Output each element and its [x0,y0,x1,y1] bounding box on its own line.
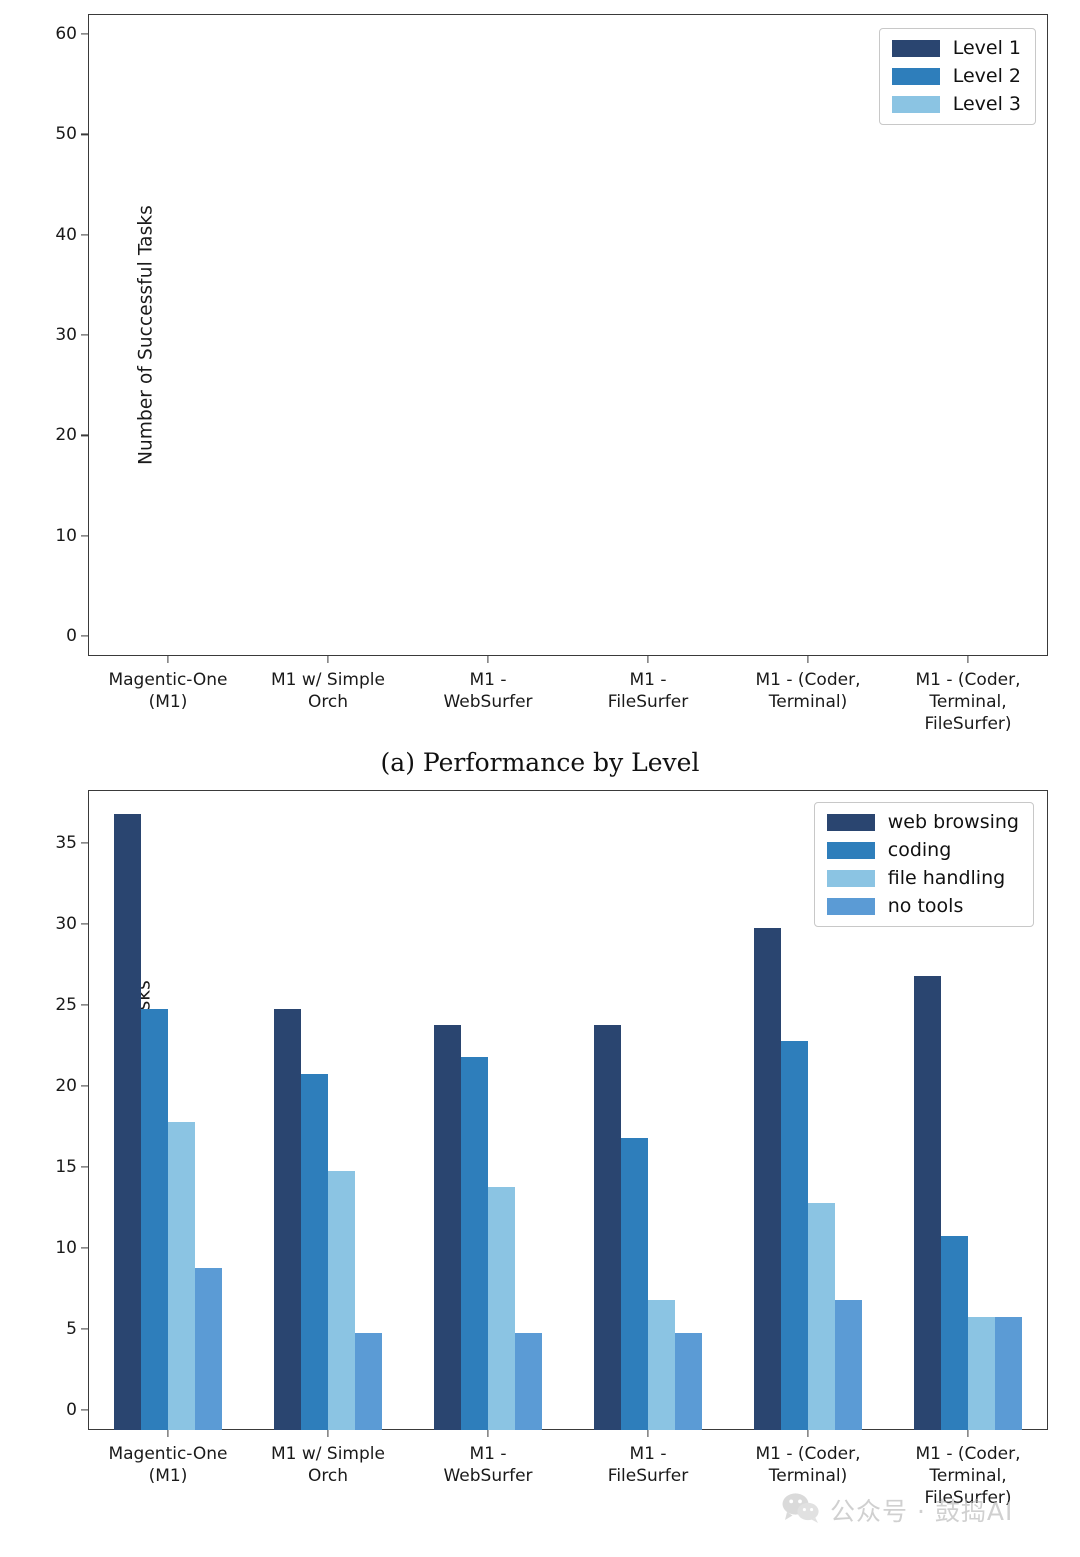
chart-b-x-category-3: M1 - FileSurfer [568,1430,728,1509]
chart-a-legend-item[interactable]: Level 3 [891,93,1021,115]
chart-a-y-tick: 60 [55,24,88,44]
chart-a-x-category-0: Magentic-One (M1) [88,656,248,735]
wechat-icon [782,1492,820,1528]
chart-b-plot-area: Number of Successful Tasks 0510152025303… [55,790,1048,1508]
chart-b-bar[interactable] [461,1057,488,1430]
figure-b-performance-by-capabilities: Number of Successful Tasks 0510152025303… [0,778,1080,1557]
chart-b-bar[interactable] [328,1170,355,1430]
chart-a-legend-item[interactable]: Level 1 [891,37,1021,59]
chart-a-bar-group [568,14,728,656]
chart-b-bar[interactable] [941,1235,968,1430]
chart-b-legend-swatch-icon [826,841,875,859]
chart-b-y-tick: 20 [55,1076,88,1096]
chart-b-y-tick: 25 [55,995,88,1015]
chart-a-x-category-5: M1 - (Coder, Terminal, FileSurfer) [888,656,1048,735]
chart-a-y-tick: 20 [55,425,88,445]
chart-b-bar[interactable] [995,1316,1022,1430]
chart-b-bar-group [568,790,728,1430]
chart-b-legend-item[interactable]: coding [826,839,1019,861]
chart-b-bar[interactable] [488,1186,515,1430]
chart-a-plot-area: Number of Successful Tasks 0 10 20 30 40 50 60… [55,14,1048,734]
watermark-text: 公众号 · 鼓捣AI [830,1497,1014,1526]
chart-a-bar-group [408,14,568,656]
chart-b-x-category-0: Magentic-One (M1) [88,1430,248,1509]
chart-b-legend-item[interactable]: file handling [826,867,1019,889]
chart-b-legend-label: web browsing [887,811,1019,833]
chart-b-bar[interactable] [594,1024,621,1430]
chart-b-bar[interactable] [301,1073,328,1430]
chart-a-legend: Level 1 Level 2 Level 3 [878,28,1036,125]
chart-b-bar[interactable] [355,1332,382,1430]
chart-a-y-tick: 30 [55,325,88,345]
chart-a-legend-swatch-icon [891,39,940,57]
chart-b-legend-swatch-icon [826,869,875,887]
chart-b-bar[interactable] [621,1138,648,1430]
chart-b-legend-label: no tools [887,895,964,917]
chart-b-legend-label: file handling [887,867,1006,889]
chart-a-x-category-labels: Magentic-One (M1) M1 w/ Simple Orch M1 - W… [88,656,1048,735]
chart-b-bar[interactable] [808,1203,835,1430]
chart-a-bar-group [88,14,248,656]
chart-b-bar-group [248,790,408,1430]
chart-b-bar[interactable] [675,1332,702,1430]
figure-a-performance-by-level: Number of Successful Tasks 0 10 20 30 40 50 60… [0,0,1080,795]
chart-b-legend: web browsing coding file handling no tools [813,802,1034,927]
chart-a-x-category-4: M1 - (Coder, Terminal) [728,656,888,735]
watermark: 公众号 · 鼓捣AI [782,1492,1013,1528]
chart-b-bar[interactable] [274,1008,301,1430]
chart-b-bar[interactable] [168,1122,195,1430]
chart-b-bar-group [408,790,568,1430]
chart-a-legend-label: Level 3 [952,93,1021,115]
chart-a-x-category-3: M1 - FileSurfer [568,656,728,735]
chart-b-legend-label: coding [887,839,952,861]
chart-a-y-tick: 0 [66,626,88,646]
chart-a-x-category-2: M1 - WebSurfer [408,656,568,735]
chart-b-bar[interactable] [835,1300,862,1430]
chart-b-legend-item[interactable]: no tools [826,895,1019,917]
chart-a-legend-item[interactable]: Level 2 [891,65,1021,87]
chart-b-legend-swatch-icon [826,813,875,831]
chart-b-bar-group [88,790,248,1430]
chart-b-legend-swatch-icon [826,897,875,915]
chart-a-x-category-1: M1 w/ Simple Orch [248,656,408,735]
chart-b-x-category-2: M1 - WebSurfer [408,1430,568,1509]
chart-b-bar[interactable] [754,927,781,1430]
chart-a-bar-group [248,14,408,656]
chart-b-legend-item[interactable]: web browsing [826,811,1019,833]
chart-b-bar[interactable] [434,1024,461,1430]
chart-b-bar[interactable] [141,1008,168,1430]
chart-a-y-tick: 50 [55,124,88,144]
chart-a-legend-swatch-icon [891,67,940,85]
chart-b-y-tick: 0 [66,1400,88,1420]
chart-b-y-tick: 35 [55,833,88,853]
chart-b-bar[interactable] [648,1300,675,1430]
chart-a-y-tick: 10 [55,526,88,546]
chart-b-bar[interactable] [114,814,141,1430]
chart-b-y-tick: 15 [55,1157,88,1177]
chart-b-bar[interactable] [968,1316,995,1430]
chart-a-y-tick: 40 [55,225,88,245]
chart-a-legend-swatch-icon [891,95,940,113]
figure-page: Number of Successful Tasks 0 10 20 30 40 50 60… [0,0,1080,1557]
chart-a-legend-label: Level 1 [952,37,1021,59]
chart-b-y-tick: 10 [55,1238,88,1258]
chart-b-bar[interactable] [515,1332,542,1430]
chart-a-legend-label: Level 2 [952,65,1021,87]
chart-b-y-tick: 5 [66,1319,88,1339]
chart-b-y-tick: 30 [55,914,88,934]
chart-b-bar[interactable] [195,1267,222,1430]
chart-b-bar[interactable] [781,1041,808,1430]
chart-a-bar-group [728,14,888,656]
figure-a-caption: (a) Performance by Level [380,748,700,777]
chart-b-bar[interactable] [914,976,941,1430]
chart-b-x-category-1: M1 w/ Simple Orch [248,1430,408,1509]
